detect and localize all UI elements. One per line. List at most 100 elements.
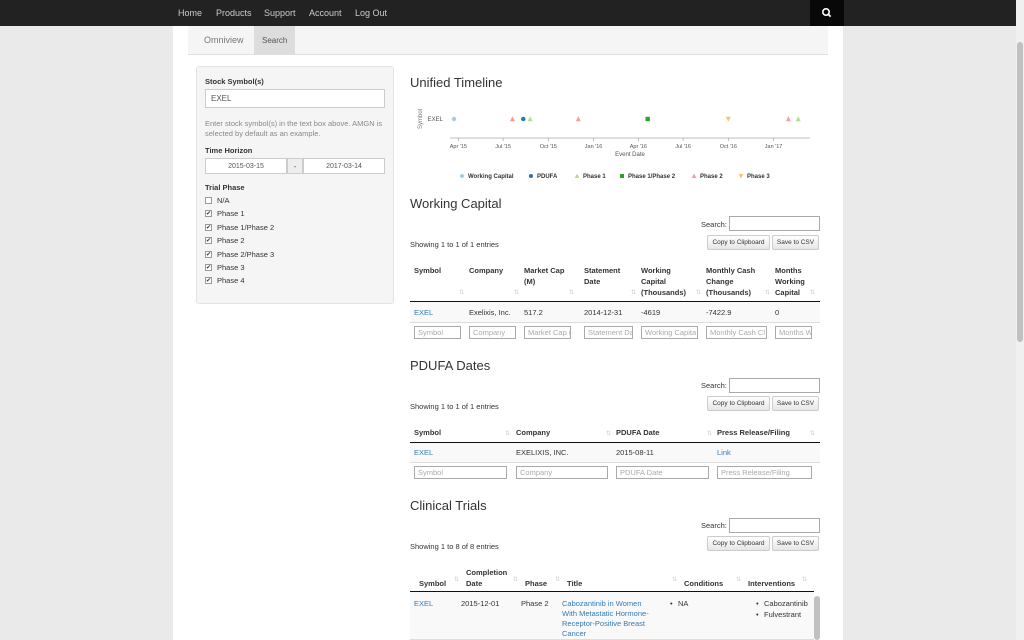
wc-search-input[interactable] (729, 216, 820, 231)
y-axis-label: Symbol (418, 109, 424, 129)
pdufa-copy-button[interactable]: Copy to Clipboard (707, 396, 770, 411)
wc-col-header[interactable]: Market Cap (M) (524, 265, 569, 287)
trials-copy-button[interactable]: Copy to Clipboard (707, 536, 770, 551)
sort-icon[interactable]: ⇅ (802, 576, 807, 583)
trials-col-header[interactable]: Interventions (748, 578, 802, 589)
legend-label[interactable]: Phase 1 (583, 174, 606, 180)
phase-checkbox-0[interactable]: N/A (205, 196, 230, 205)
nav-search-button[interactable] (810, 0, 844, 26)
checkbox-box[interactable]: ✔ (205, 264, 212, 271)
sort-icon[interactable]: ⇅ (707, 430, 712, 437)
column-filter-input[interactable]: Statement Da (584, 326, 633, 339)
trial-title-link[interactable]: Cabozantinib in Women With Metastatic Ho… (562, 599, 657, 639)
sort-icon[interactable]: ⇅ (514, 289, 519, 296)
pdufa-col-header[interactable]: PDUFA Date (616, 427, 707, 438)
column-filter-input[interactable]: Market Cap ( (524, 326, 571, 339)
sort-icon[interactable]: ⇅ (696, 289, 701, 296)
column-filter-input[interactable]: Symbol (414, 326, 461, 339)
phase-checkbox-3[interactable]: ✔ Phase 2 (205, 236, 245, 245)
end-date-input[interactable]: 2017-03-14 (303, 158, 385, 174)
phase-checkbox-5[interactable]: ✔ Phase 3 (205, 263, 245, 272)
checkbox-box[interactable]: ✔ (205, 223, 212, 231)
x-tick-label: Jul '15 (495, 144, 511, 150)
legend-label[interactable]: Phase 2 (700, 174, 723, 180)
column-filter-input[interactable]: Months Wor (775, 326, 812, 339)
trials-col-header[interactable]: Phase (525, 578, 555, 589)
pdufa-csv-button[interactable]: Save to CSV (772, 396, 819, 411)
pdufa-search-input[interactable] (729, 378, 820, 393)
phase-checkbox-1[interactable]: ✔ Phase 1 (205, 209, 245, 218)
sort-icon[interactable]: ⇅ (765, 289, 770, 296)
checkbox-box[interactable] (205, 197, 212, 204)
nav-logout[interactable]: Log Out (355, 8, 387, 18)
trials-table-scrollbar[interactable] (814, 596, 820, 640)
table-cell[interactable]: Link (717, 448, 812, 458)
sort-icon[interactable]: ⇅ (459, 289, 464, 296)
nav-home[interactable]: Home (178, 8, 202, 18)
wc-col-header[interactable]: Months Working Capital (775, 265, 810, 298)
legend-label[interactable]: Phase 1/Phase 2 (628, 174, 676, 180)
trial-symbol[interactable]: EXEL (414, 599, 433, 609)
sort-icon[interactable]: ⇅ (555, 576, 560, 583)
sort-icon[interactable]: ⇅ (569, 289, 574, 296)
symbol-input[interactable]: EXEL (205, 89, 385, 108)
phase-checkbox-6[interactable]: ✔ Phase 4 (205, 276, 245, 285)
pdufa-col-header[interactable]: Press Release/Filing (717, 427, 810, 438)
nav-account[interactable]: Account (309, 8, 342, 18)
pdufa-col-header[interactable]: Symbol (414, 427, 505, 438)
timeline-point (509, 116, 515, 122)
trials-col-header[interactable]: Conditions (684, 578, 736, 589)
trials-col-header[interactable]: Symbol (419, 578, 454, 589)
column-filter-input[interactable]: PDUFA Date (616, 466, 709, 479)
wc-col-header[interactable]: Monthly Cash Change (Thousands) (706, 265, 765, 298)
trials-search-input[interactable] (729, 518, 820, 533)
wc-col-header[interactable]: Working Capital (Thousands) (641, 265, 696, 298)
bullet-icon: • (756, 610, 759, 619)
wc-search-label: Search: (701, 220, 727, 229)
wc-csv-button[interactable]: Save to CSV (772, 235, 819, 250)
sort-icon[interactable]: ⇅ (810, 430, 815, 437)
sort-icon[interactable]: ⇅ (631, 289, 636, 296)
phase-checkbox-2[interactable]: ✔ Phase 1/Phase 2 (205, 223, 274, 232)
nav-products[interactable]: Products (216, 8, 252, 18)
column-filter-input[interactable]: Monthly Cash Cl (706, 326, 767, 339)
checkbox-box[interactable]: ✔ (205, 250, 212, 258)
checkbox-label: N/A (217, 196, 230, 205)
column-filter-input[interactable]: Company (516, 466, 608, 479)
trials-csv-button[interactable]: Save to CSV (772, 536, 819, 551)
phase-checkbox-4[interactable]: ✔ Phase 2/Phase 3 (205, 250, 274, 259)
sort-icon[interactable]: ⇅ (672, 576, 677, 583)
sort-icon[interactable]: ⇅ (606, 430, 611, 437)
sort-icon[interactable]: ⇅ (513, 576, 518, 583)
trials-col-header[interactable]: Completion Date (466, 567, 513, 589)
tab-search[interactable]: Search (254, 26, 296, 55)
column-filter-input[interactable]: Symbol (414, 466, 507, 479)
tab-omniview[interactable]: Omniview (204, 26, 244, 55)
wc-info: Showing 1 to 1 of 1 entries (410, 240, 499, 249)
sort-icon[interactable]: ⇅ (810, 289, 815, 296)
table-cell[interactable]: EXEL (414, 448, 507, 458)
wc-col-header[interactable]: Symbol (414, 265, 459, 276)
column-filter-input[interactable]: Press Release/Filing (717, 466, 812, 479)
column-filter-input[interactable]: Working Capita (641, 326, 698, 339)
table-cell[interactable]: EXEL (414, 308, 461, 318)
nav-support[interactable]: Support (264, 8, 296, 18)
legend-label[interactable]: PDUFA (537, 174, 558, 180)
sort-icon[interactable]: ⇅ (736, 576, 741, 583)
checkbox-box[interactable]: ✔ (205, 210, 212, 218)
wc-copy-button[interactable]: Copy to Clipboard (707, 235, 770, 250)
sort-icon[interactable]: ⇅ (454, 576, 459, 583)
legend-label[interactable]: Working Capital (468, 174, 514, 180)
checkbox-box[interactable]: ✔ (205, 237, 212, 245)
start-date-input[interactable]: 2015-03-15 (205, 158, 287, 174)
wc-col-header[interactable]: Statement Date (584, 265, 631, 287)
sort-icon[interactable]: ⇅ (505, 430, 510, 437)
wc-col-header[interactable]: Company (469, 265, 514, 276)
trials-col-header[interactable]: Title (567, 578, 672, 589)
legend-marker (691, 173, 697, 178)
page-scrollbar-thumb[interactable] (1017, 42, 1023, 342)
checkbox-box[interactable]: ✔ (205, 277, 212, 285)
pdufa-col-header[interactable]: Company (516, 427, 606, 438)
column-filter-input[interactable]: Company (469, 326, 516, 339)
legend-label[interactable]: Phase 3 (747, 174, 770, 180)
